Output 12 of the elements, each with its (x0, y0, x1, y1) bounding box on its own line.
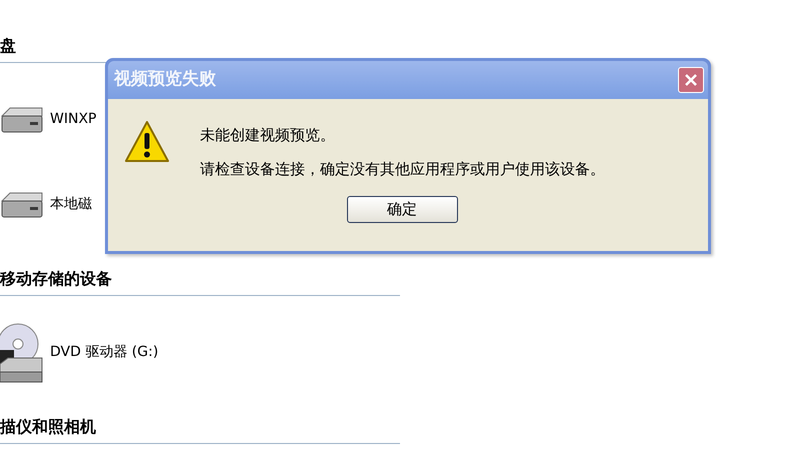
message-text: 未能创建视频预览。 (200, 125, 336, 145)
message-text: 请检查设备连接，确定没有其他应用程序或用户使用该设备。 (200, 159, 605, 179)
group-heading: 移动存储的设备 (0, 269, 112, 288)
dialog-title: 视频预览失败 (112, 68, 216, 92)
drive-label[interactable]: 本地磁 (50, 194, 92, 215)
ok-button[interactable]: 确定 (346, 196, 458, 223)
group-heading: 盘 (0, 36, 16, 55)
warning-icon (124, 119, 170, 165)
close-button[interactable] (678, 67, 704, 93)
drive-label[interactable]: DVD 驱动器 (G:) (50, 342, 158, 363)
close-icon (684, 73, 698, 87)
drive-label[interactable]: WINXP (50, 109, 96, 130)
